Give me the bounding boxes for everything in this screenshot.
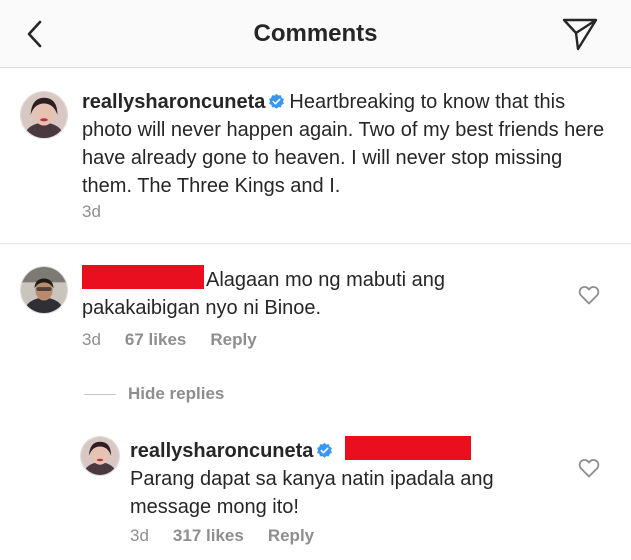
- comment-likes[interactable]: 67 likes: [125, 330, 186, 349]
- header-bar: Comments: [0, 0, 631, 68]
- like-button[interactable]: [578, 285, 600, 305]
- redacted-username: [82, 265, 204, 289]
- caption-timestamp: 3d: [82, 202, 101, 221]
- avatar[interactable]: [20, 266, 68, 314]
- reply-timestamp: 3d: [130, 526, 149, 545]
- hide-replies-label: Hide replies: [128, 384, 225, 403]
- comment-reply-link[interactable]: Reply: [210, 330, 256, 349]
- reply-username[interactable]: reallysharoncuneta: [130, 440, 313, 462]
- avatar[interactable]: [20, 91, 68, 139]
- profile-photo: [21, 92, 67, 138]
- verified-badge-icon: [269, 93, 285, 109]
- caption-username[interactable]: reallysharoncuneta: [82, 91, 265, 113]
- heart-outline-icon: [578, 459, 600, 478]
- divider: [0, 243, 631, 244]
- reply-likes[interactable]: 317 likes: [173, 526, 244, 545]
- reply-text: Parang dapat sa kanya natin ipadala ang …: [130, 468, 494, 518]
- comment-meta: 3d 67 likes Reply: [82, 330, 281, 350]
- reply-meta: 3d 317 likes Reply: [130, 526, 338, 546]
- comment-block: Alagaan mo ng mabuti ang pakakaibigan ny…: [82, 265, 562, 322]
- share-button[interactable]: [561, 16, 599, 52]
- hide-replies-toggle[interactable]: Hide replies: [84, 384, 224, 404]
- page-title: Comments: [253, 20, 378, 47]
- redacted-mention: [345, 436, 472, 460]
- profile-photo: [81, 437, 119, 475]
- reply-block: reallysharoncuneta Parang dapat sa kanya…: [130, 436, 550, 521]
- like-button[interactable]: [578, 458, 600, 478]
- reply-reply-link[interactable]: Reply: [268, 526, 314, 545]
- comment-timestamp: 3d: [82, 330, 101, 349]
- paper-plane-icon: [562, 18, 598, 51]
- profile-photo: [21, 267, 67, 313]
- avatar[interactable]: [80, 436, 120, 476]
- caption-block: reallysharoncuneta Heartbreaking to know…: [82, 88, 612, 200]
- verified-badge-icon: [317, 442, 333, 458]
- heart-outline-icon: [578, 286, 600, 305]
- hide-replies-line: [84, 394, 116, 396]
- caption-meta: 3d: [82, 202, 125, 222]
